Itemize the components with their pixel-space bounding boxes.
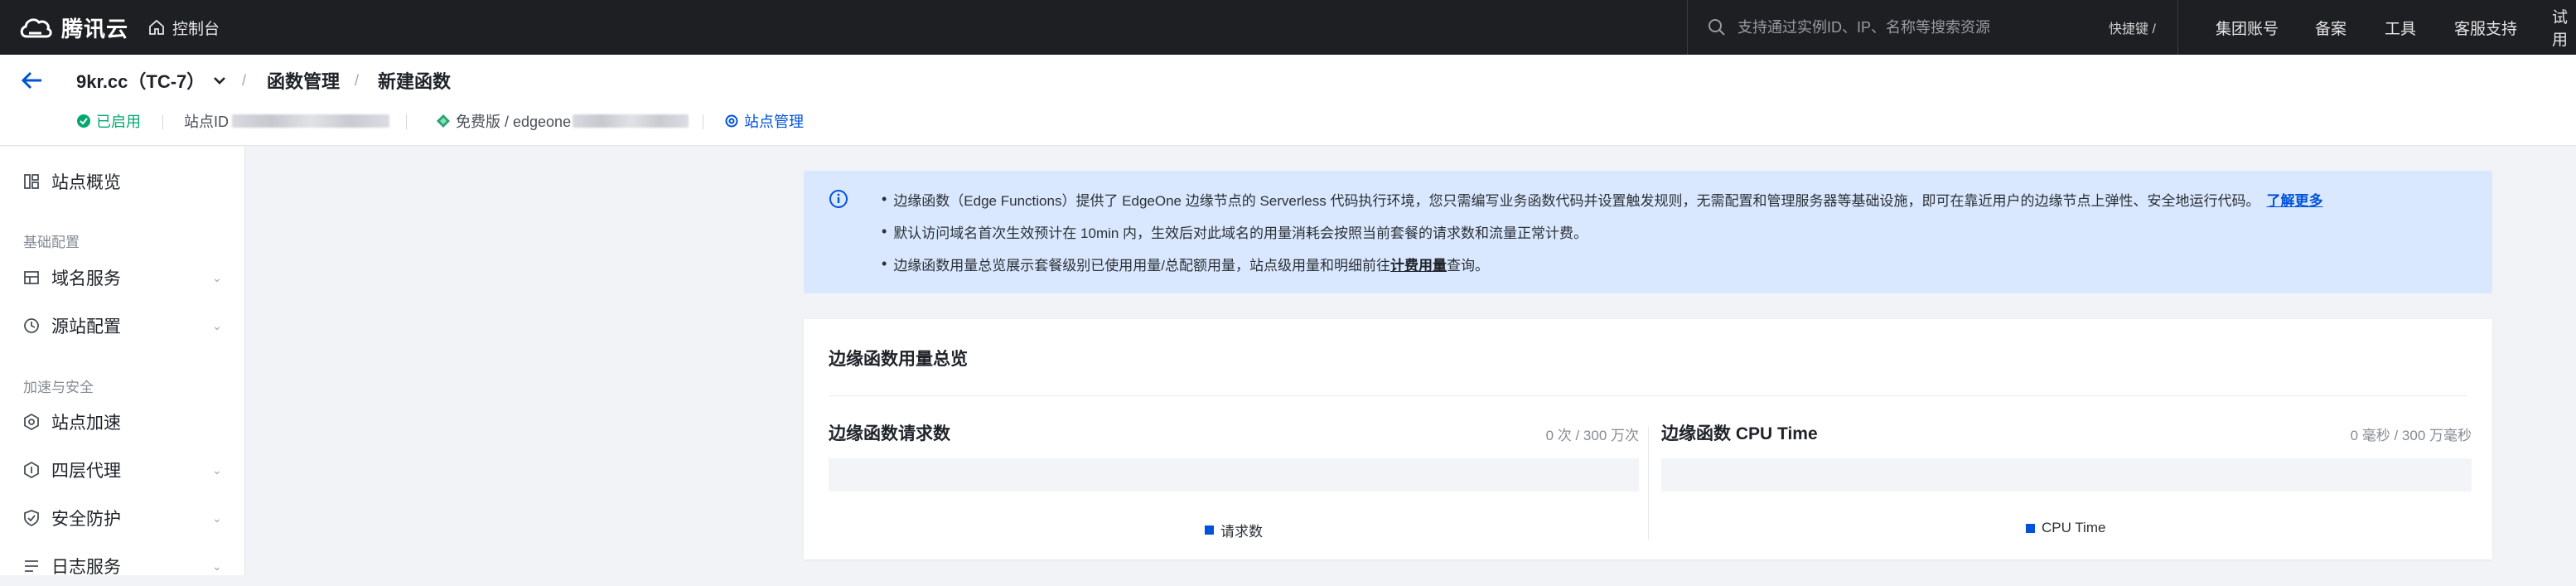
- chevron-down-icon: ⌄: [212, 559, 222, 573]
- cloud-logo-icon: [20, 18, 52, 38]
- log-icon: [25, 560, 38, 572]
- redacted-plan-id: [573, 114, 689, 128]
- domain-icon: [24, 271, 39, 284]
- back-arrow-icon[interactable]: [20, 68, 45, 99]
- console-label: 控制台: [172, 20, 220, 38]
- site-id-label: 站点ID: [184, 114, 229, 130]
- card-title: 边缘函数用量总览: [829, 350, 968, 369]
- cpu-panel: 边缘函数 CPU Time 0 毫秒 / 300 万毫秒 CPU Time: [1661, 410, 2472, 543]
- cpu-title: 边缘函数 CPU Time: [1661, 424, 1818, 443]
- search-input[interactable]: [1737, 18, 2102, 36]
- breadcrumb-separator: /: [355, 71, 360, 89]
- notice-text: 边缘函数（Edge Functions）提供了 EdgeOne 边缘节点的 Se…: [893, 193, 2260, 209]
- sidebar-item-accel[interactable]: 站点加速: [0, 402, 245, 442]
- global-search[interactable]: [1687, 0, 2118, 55]
- requests-usage-bar: [829, 458, 1639, 492]
- sidebar-group-basic: 基础配置: [23, 235, 80, 250]
- sidebar-item-logs[interactable]: 日志服务 ⌄: [0, 546, 245, 586]
- sidebar-item-label: 安全防护: [51, 510, 121, 529]
- sidebar-item-label: 四层代理: [51, 462, 121, 481]
- cpu-legend: CPU Time: [2026, 520, 2105, 536]
- chevron-down-icon: ⌄: [212, 463, 222, 477]
- home-icon: [149, 19, 164, 35]
- topbar-divider: [2177, 0, 2178, 55]
- notice-line-1: • 边缘函数（Edge Functions）提供了 EdgeOne 边缘节点的 …: [882, 189, 2323, 210]
- nav-trial[interactable]: 试用: [2552, 0, 2576, 55]
- shortcut-hint: 快捷键 /: [2109, 22, 2156, 36]
- diamond-icon: [437, 114, 450, 128]
- cpu-value: 0 毫秒 / 300 万毫秒: [2350, 428, 2472, 443]
- usage-overview-card: 边缘函数用量总览 边缘函数请求数 0 次 / 300 万次 请求数 边缘函数 C…: [804, 319, 2492, 559]
- sidebar-item-label: 源站配置: [51, 317, 121, 337]
- tencent-cloud-logo[interactable]: 腾讯云: [18, 10, 128, 45]
- breadcrumb-functions[interactable]: 函数管理: [267, 66, 340, 94]
- site-manage-label: 站点管理: [744, 114, 804, 130]
- logo-text: 腾讯云: [61, 16, 129, 41]
- dashboard-icon: [24, 174, 39, 189]
- gear-icon: [725, 114, 738, 128]
- card-divider: [829, 395, 2467, 396]
- plan-info: 免费版 / edgeone: [436, 109, 689, 133]
- notice-line-3: • 边缘函数用量总览展示套餐级别已使用用量/总配额用量，站点级用量和明细前往 计费…: [882, 254, 1490, 274]
- learn-more-link[interactable]: 了解更多: [2266, 189, 2322, 210]
- nav-tools[interactable]: 工具: [2385, 0, 2416, 55]
- panel-divider: [1648, 427, 1649, 540]
- requests-panel: 边缘函数请求数 0 次 / 300 万次 请求数: [829, 410, 1639, 543]
- proxy-icon: [24, 462, 39, 478]
- requests-value: 0 次 / 300 万次: [1545, 428, 1639, 443]
- billing-usage-link[interactable]: 计费用量: [1390, 254, 1447, 274]
- top-navbar: 腾讯云 控制台 快捷键 / 集团账号 备案 工具 客服支持 试用: [0, 0, 2576, 55]
- chevron-down-icon: [214, 77, 226, 85]
- meta-divider: [406, 114, 407, 129]
- check-circle-icon: [77, 114, 90, 128]
- site-id: 站点ID: [184, 109, 389, 133]
- nav-support[interactable]: 客服支持: [2454, 0, 2517, 55]
- sidebar: 站点概览 基础配置 域名服务 ⌄ 源站配置 ⌄ 加速与安全 站点加速 四层代理 …: [0, 147, 245, 577]
- chevron-down-icon: ⌄: [212, 270, 222, 284]
- sidebar-item-label: 域名服务: [51, 269, 121, 288]
- sidebar-group-accel: 加速与安全: [23, 380, 94, 395]
- sidebar-item-label: 站点加速: [51, 414, 121, 433]
- legend-label: CPU Time: [2042, 520, 2106, 535]
- nav-filing[interactable]: 备案: [2315, 0, 2346, 55]
- sidebar-item-security[interactable]: 安全防护 ⌄: [0, 498, 245, 538]
- breadcrumb-new-function: 新建函数: [378, 71, 452, 92]
- meta-divider: [162, 114, 163, 129]
- plan-label: 免费版 / edgeone: [456, 114, 572, 130]
- sidebar-item-l4-proxy[interactable]: 四层代理 ⌄: [0, 450, 245, 490]
- notice-text: 查询。: [1447, 258, 1490, 274]
- origin-icon: [24, 318, 39, 333]
- legend-label: 请求数: [1220, 524, 1263, 540]
- chevron-down-icon: ⌄: [212, 318, 222, 332]
- console-link[interactable]: 控制台: [147, 10, 220, 45]
- info-notice: • 边缘函数（Edge Functions）提供了 EdgeOne 边缘节点的 …: [804, 171, 2492, 293]
- nav-group-account[interactable]: 集团账号: [2216, 0, 2279, 55]
- legend-swatch: [2026, 523, 2035, 533]
- site-manage-link[interactable]: 站点管理: [724, 109, 804, 133]
- search-icon: [1708, 19, 1725, 36]
- status-badge: 已启用: [76, 109, 141, 133]
- sidebar-item-domain[interactable]: 域名服务 ⌄: [0, 258, 245, 298]
- cpu-usage-bar: [1661, 458, 2472, 492]
- sidebar-item-overview[interactable]: 站点概览: [0, 162, 245, 201]
- requests-title: 边缘函数请求数: [829, 424, 950, 443]
- sidebar-item-label: 站点概览: [51, 173, 121, 192]
- requests-legend: 请求数: [1205, 520, 1263, 540]
- site-selector[interactable]: 9kr.cc（TC-7）: [76, 66, 228, 94]
- chevron-down-icon: ⌄: [212, 511, 222, 525]
- legend-swatch: [1205, 525, 1214, 535]
- redacted-site-id: [232, 114, 389, 128]
- breadcrumb-separator: /: [242, 71, 247, 89]
- site-name: 9kr.cc（TC-7）: [76, 71, 205, 92]
- notice-text: 边缘函数用量总览展示套餐级别已使用用量/总配额用量，站点级用量和明细前往: [893, 258, 1391, 274]
- status-text: 已启用: [96, 114, 141, 130]
- sidebar-item-origin[interactable]: 源站配置 ⌄: [0, 306, 245, 346]
- shield-icon: [24, 510, 39, 526]
- info-icon: [829, 190, 848, 208]
- notice-line-2: • 默认访问域名首次生效预计在 10min 内，生效后对此域名的用量消耗会按照当…: [882, 223, 1588, 241]
- notice-text: 默认访问域名首次生效预计在 10min 内，生效后对此域名的用量消耗会按照当前套…: [893, 225, 1588, 241]
- accel-icon: [24, 414, 39, 430]
